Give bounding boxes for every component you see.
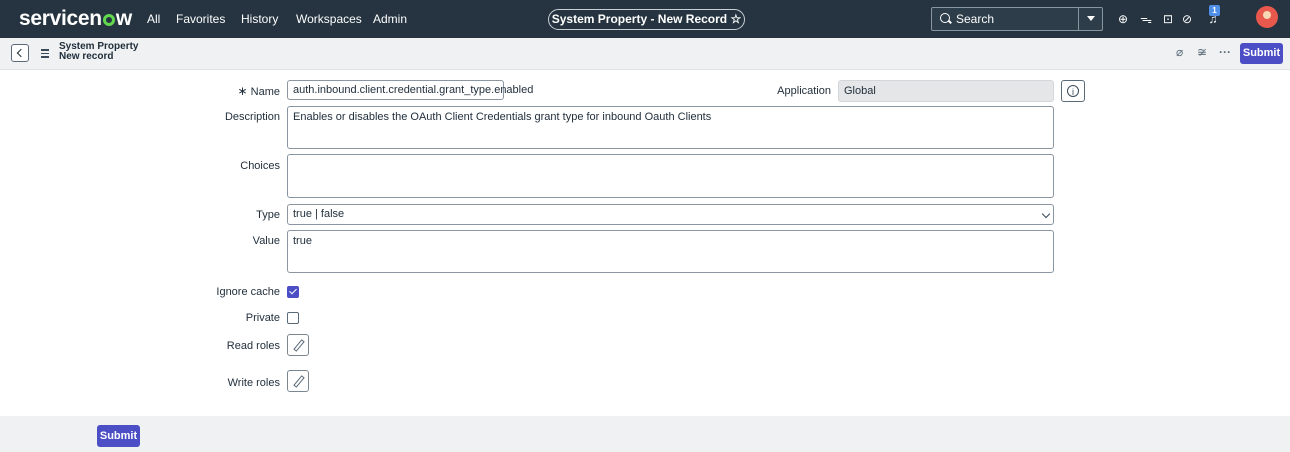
context-pill[interactable]: System Property - New Record ☆ [548,9,745,30]
agent-workspace-icon[interactable]: ⊡ [1160,11,1176,27]
logo-o-icon [102,14,115,26]
application-field: Global [838,80,1054,102]
question-icon[interactable]: ⊘ [1179,11,1195,27]
nav-admin[interactable]: Admin [373,12,407,26]
value-field[interactable]: true [287,230,1054,273]
info-icon: i [1067,85,1079,97]
search-input[interactable]: Search [956,12,994,26]
value-label: Value [252,235,280,247]
description-field[interactable]: Enables or disables the OAuth Client Cre… [287,106,1054,149]
top-navigation: servicen w All Favorites History Workspac… [0,0,1290,38]
choices-label: Choices [240,160,280,172]
private-checkbox[interactable] [287,312,299,324]
form-footer [0,416,1290,452]
attachment-icon[interactable]: ⌀ [1176,45,1183,59]
globe-icon[interactable]: ⊕ [1115,11,1131,27]
nav-history[interactable]: History [241,12,278,26]
choices-field[interactable] [287,154,1054,198]
submit-button-top[interactable]: Submit [1240,43,1283,64]
user-avatar[interactable] [1256,6,1278,28]
nav-favorites[interactable]: Favorites [176,12,225,26]
form-menu-icon[interactable] [41,49,49,58]
back-button[interactable] [11,44,29,62]
name-label: ∗ Name [237,84,280,98]
name-field[interactable]: auth.inbound.client.credential.grant_typ… [287,80,533,100]
description-label: Description [224,111,280,123]
search-scope-dropdown[interactable] [1078,7,1104,31]
nav-all[interactable]: All [147,12,160,26]
type-label: Type [256,209,280,221]
ignore-cache-checkbox[interactable] [287,286,299,298]
application-info-button[interactable]: i [1061,80,1085,102]
read-roles-edit-button[interactable] [287,334,309,356]
write-roles-label: Write roles [227,377,280,389]
search-icon [940,13,950,23]
nav-workspaces[interactable]: Workspaces [296,12,362,26]
ignore-cache-label: Ignore cache [216,286,280,298]
submit-button-bottom[interactable]: Submit [97,425,140,447]
servicenow-logo[interactable]: servicen w [19,7,132,31]
notification-badge: 1 [1209,5,1220,16]
type-select[interactable]: true | false [287,204,1054,225]
private-label: Private [245,312,280,324]
personalize-icon[interactable]: ≆ [1197,45,1207,59]
write-roles-edit-button[interactable] [287,370,309,392]
record-header: System Property New record ⌀ ≆ ··· Submit [0,38,1290,70]
more-options-icon[interactable]: ··· [1219,45,1231,59]
record-title: System Property New record [59,41,139,62]
application-label: Application [777,85,831,97]
read-roles-label: Read roles [226,340,280,352]
search-box[interactable]: Search [931,7,1103,31]
chat-icon[interactable]: ᯓ [1138,11,1154,27]
